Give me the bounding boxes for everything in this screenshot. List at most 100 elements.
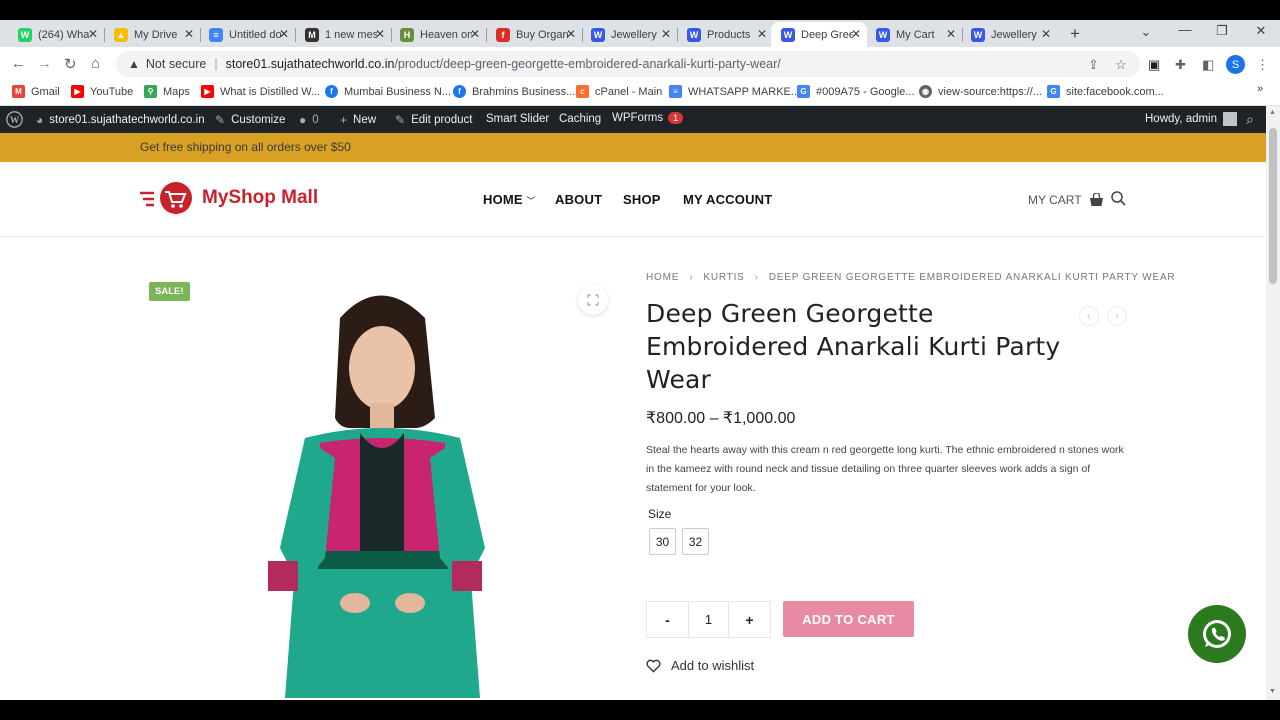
menu-kebab-icon[interactable]: ⋮ bbox=[1256, 57, 1269, 73]
site-logo[interactable]: MyShop Mall bbox=[140, 181, 318, 215]
tab-search-icon[interactable]: ⌄ bbox=[1131, 24, 1161, 40]
share-icon[interactable]: ⇪ bbox=[1088, 57, 1099, 73]
browser-tab[interactable]: ▲ My Drive ✕ bbox=[104, 22, 201, 47]
wp-edit-product-link[interactable]: ✎ Edit product bbox=[395, 113, 472, 127]
brush-icon: ✎ bbox=[215, 113, 226, 127]
reload-icon[interactable]: ↻ bbox=[64, 55, 77, 73]
side-panel-icon[interactable]: ◧ bbox=[1202, 57, 1214, 73]
tab-favicon-icon: M bbox=[305, 27, 319, 42]
chevron-right-icon: › bbox=[754, 272, 759, 283]
breadcrumb-home[interactable]: HOME bbox=[646, 272, 679, 283]
back-icon[interactable]: ← bbox=[11, 55, 26, 72]
browser-tab[interactable]: H Heaven on Earth✕ bbox=[390, 22, 487, 47]
wp-comments-link[interactable]: ● 0 bbox=[299, 113, 319, 127]
home-icon[interactable]: ⌂ bbox=[91, 55, 100, 72]
bookmark-item[interactable]: ◉ view-source:https://... bbox=[919, 85, 1042, 98]
scrollbar-thumb[interactable] bbox=[1269, 128, 1277, 284]
bookmark-label: YouTube bbox=[90, 85, 134, 98]
bookmark-label: Brahmins Business... bbox=[472, 85, 576, 98]
close-icon[interactable]: ✕ bbox=[851, 27, 861, 41]
nav-my-account[interactable]: MY ACCOUNT bbox=[683, 192, 772, 207]
minimize-icon[interactable]: — bbox=[1170, 22, 1200, 37]
bookmark-item[interactable]: f Mumbai Business N... bbox=[325, 85, 451, 98]
wordpress-logo-icon[interactable]: W bbox=[6, 111, 23, 128]
wp-new-link[interactable]: + New bbox=[340, 113, 376, 127]
search-icon[interactable] bbox=[1111, 191, 1126, 211]
browser-tab[interactable]: W Jewellery ✕ bbox=[961, 22, 1057, 47]
close-icon[interactable]: ✕ bbox=[566, 27, 576, 41]
add-to-cart-button[interactable]: ADD TO CART bbox=[783, 601, 914, 637]
close-icon[interactable]: ✕ bbox=[757, 27, 767, 41]
chevron-right-icon: › bbox=[689, 272, 694, 283]
size-option[interactable]: 32 bbox=[682, 528, 709, 555]
browser-tab[interactable]: W Jewellery ✕ bbox=[581, 22, 678, 47]
quantity-plus-button[interactable]: + bbox=[729, 602, 770, 637]
bookmark-item[interactable]: ▶ YouTube bbox=[71, 85, 133, 98]
breadcrumb-category[interactable]: KURTIS bbox=[703, 272, 744, 283]
my-cart-link[interactable]: MY CART bbox=[1028, 193, 1104, 207]
whatsapp-icon bbox=[1203, 620, 1231, 648]
close-icon[interactable]: ✕ bbox=[279, 27, 289, 41]
tab-title: Deep Green Georgette bbox=[801, 28, 853, 41]
zoom-icon[interactable] bbox=[578, 285, 608, 315]
close-icon[interactable]: ✕ bbox=[1041, 27, 1051, 41]
nav-home[interactable]: HOME ﹀ bbox=[483, 192, 536, 207]
browser-tab[interactable]: M 1 new message✕ bbox=[295, 22, 392, 47]
google-icon: G bbox=[797, 85, 810, 98]
browser-tab[interactable]: f Buy Organic✕ bbox=[486, 22, 583, 47]
wordpress-icon: W bbox=[781, 27, 795, 42]
bookmark-item[interactable]: ≡ WHATSAPP MARKE... bbox=[669, 85, 800, 98]
quantity-input[interactable]: 1 bbox=[688, 602, 729, 637]
bookmark-item[interactable]: Gsite:facebook.com... bbox=[1047, 85, 1164, 98]
bookmark-item[interactable]: G #009A75 - Google... bbox=[797, 85, 914, 98]
browser-tab[interactable]: W My Cart ✕ bbox=[866, 22, 963, 47]
bookmark-item[interactable]: f Brahmins Business... bbox=[453, 85, 575, 98]
browser-tab[interactable]: W Products ✕ bbox=[677, 22, 773, 47]
wordpress-icon: W bbox=[687, 27, 701, 42]
browser-tab[interactable]: ≡ Untitled document✕ bbox=[199, 22, 296, 47]
wishlist-label: Add to wishlist bbox=[671, 658, 755, 673]
close-icon[interactable]: ✕ bbox=[470, 27, 480, 41]
more-bookmarks-icon[interactable]: » bbox=[1257, 83, 1263, 95]
bookmark-item[interactable]: ⚲ Maps bbox=[144, 85, 190, 98]
wp-smart-slider-link[interactable]: Smart Slider bbox=[486, 113, 549, 125]
previous-product-icon[interactable]: ‹ bbox=[1079, 306, 1099, 326]
nav-about[interactable]: ABOUT bbox=[555, 192, 602, 207]
product-image[interactable] bbox=[210, 273, 540, 700]
profile-avatar[interactable]: S bbox=[1226, 55, 1245, 74]
bookmark-label: cPanel - Main bbox=[595, 85, 663, 98]
maximize-icon[interactable]: ❐ bbox=[1207, 23, 1237, 39]
close-icon[interactable]: ✕ bbox=[184, 27, 194, 41]
close-icon[interactable]: ✕ bbox=[661, 27, 671, 41]
nav-shop[interactable]: SHOP bbox=[623, 192, 661, 207]
new-tab-icon[interactable]: + bbox=[1060, 24, 1090, 44]
wp-site-link[interactable]: ◕ store01.sujathatechworld.co.in bbox=[36, 113, 205, 127]
size-option[interactable]: 30 bbox=[649, 528, 676, 555]
window-close-icon[interactable]: ✕ bbox=[1246, 23, 1276, 39]
bookmark-star-icon[interactable]: ☆ bbox=[1115, 57, 1127, 73]
search-icon[interactable]: ⌕ bbox=[1246, 111, 1254, 128]
browser-tab[interactable]: W (264) WhatsApp✕ bbox=[8, 22, 105, 47]
close-icon[interactable]: ✕ bbox=[946, 27, 956, 41]
screen: W(264) WhatsApp✕ ▲My Drive✕ ≡Untitled do… bbox=[0, 0, 1280, 720]
extension-icon[interactable]: ▣ bbox=[1148, 57, 1160, 73]
close-icon[interactable]: ✕ bbox=[375, 27, 385, 41]
wp-caching-link[interactable]: Caching bbox=[559, 113, 601, 125]
bookmark-item[interactable]: M Gmail bbox=[12, 85, 60, 98]
wp-customize-link[interactable]: ✎ Customize bbox=[215, 113, 285, 127]
wp-account-link[interactable]: Howdy, admin bbox=[1145, 112, 1238, 126]
whatsapp-chat-button[interactable] bbox=[1188, 605, 1246, 663]
browser-tab-active[interactable]: W Deep Green Georgette✕ bbox=[771, 22, 867, 47]
wp-howdy-label: Howdy, admin bbox=[1145, 113, 1218, 125]
puzzle-icon[interactable]: ✚ bbox=[1175, 57, 1186, 73]
forward-icon[interactable]: → bbox=[37, 55, 52, 72]
bookmark-item[interactable]: c cPanel - Main bbox=[576, 85, 662, 98]
close-icon[interactable]: ✕ bbox=[88, 27, 98, 41]
quantity-minus-button[interactable]: - bbox=[647, 602, 688, 637]
next-product-icon[interactable]: › bbox=[1107, 306, 1127, 326]
url-field[interactable]: ▲ Not secure | store01.sujathatechworld.… bbox=[116, 51, 1140, 77]
bookmark-item[interactable]: ▶ What is Distilled W... bbox=[201, 85, 320, 98]
wp-wpforms-link[interactable]: WPForms 1 bbox=[612, 112, 684, 124]
add-to-wishlist-link[interactable]: Add to wishlist bbox=[646, 658, 754, 673]
page-scrollbar[interactable]: ▲ ▼ bbox=[1266, 106, 1280, 700]
